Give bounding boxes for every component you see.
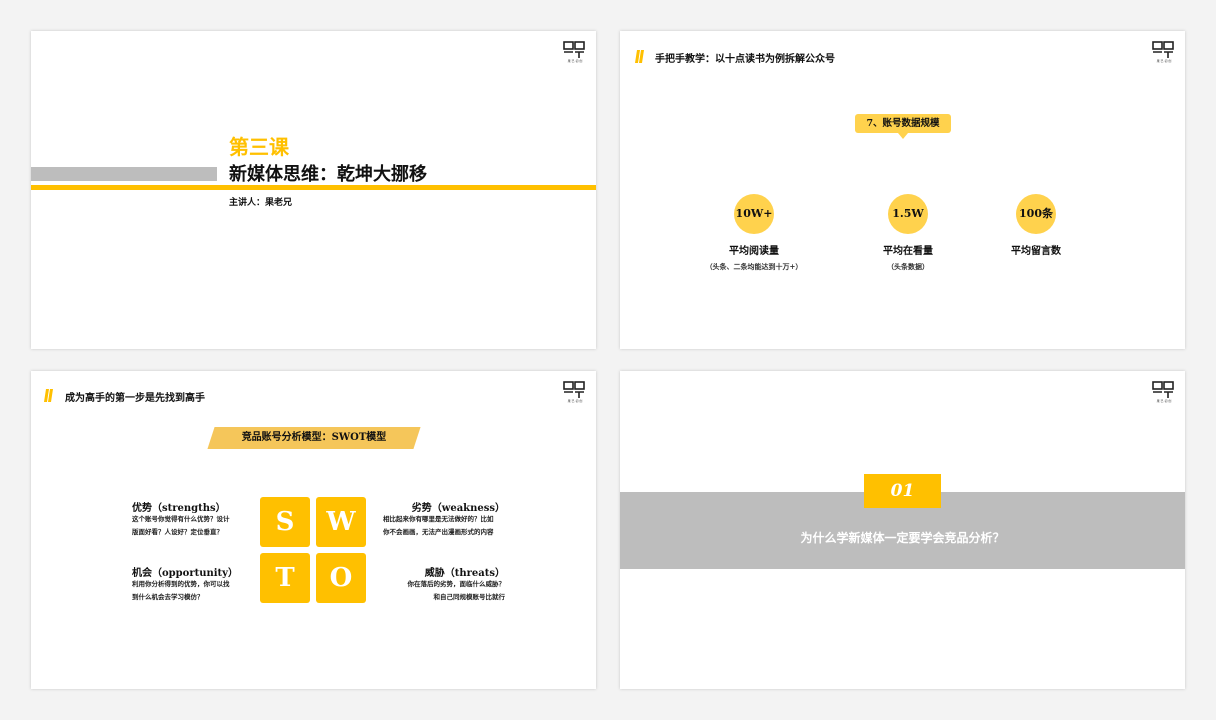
desc-line: 这个账号你觉得有什么优势？设计 [132, 515, 230, 523]
bubble-pointer [898, 133, 908, 139]
stat-note: （头条、二条均能达到十万+） [705, 262, 803, 271]
section-question: 为什么学新媒体一定要学会竞品分析？ [800, 531, 1005, 545]
slide-title: 新媒体思维：乾坤大挪移 [229, 164, 427, 185]
logo-caption: 果 已 初 创 [1156, 399, 1172, 403]
desc-line: 到什么机会去学习模仿？ [132, 593, 204, 601]
gray-bar [31, 167, 217, 181]
opportunity-title: 机会（opportunity） [132, 568, 238, 579]
stat-value: 100条 [1016, 194, 1056, 234]
header-marker-icon [635, 50, 644, 63]
desc-line: 你不会画画，无法产出漫画形式的内容 [383, 528, 494, 536]
stat-label: 平均留言数 [1011, 246, 1061, 257]
slide-3-thumbnail[interactable]: 果 已 初 创 成为高手的第一步是先找到高手 竞品账号分析模型：SWOT模型 S… [31, 371, 596, 689]
logo-icon: 果 已 初 创 [563, 41, 587, 63]
stat-value: 10W+ [734, 194, 774, 234]
slide-4-thumbnail[interactable]: 果 已 初 创 01 为什么学新媒体一定要学会竞品分析？ [620, 371, 1185, 689]
logo-icon: 果 已 初 创 [563, 381, 587, 403]
logo-icon: 果 已 初 创 [1152, 41, 1176, 63]
swot-tile-w: W [316, 497, 366, 547]
desc-line: 相比起来你有哪里是无法做好的？比如 [383, 515, 494, 523]
swot-tile-o: O [316, 553, 366, 603]
swot-tile-t: T [260, 553, 310, 603]
slide-header: 成为高手的第一步是先找到高手 [65, 393, 205, 404]
weakness-title: 劣势（weakness） [411, 503, 505, 514]
banner-title: 竞品账号分析模型：SWOT模型 [241, 432, 387, 443]
section-bubble: 7、账号数据规模 [855, 114, 951, 133]
logo-icon: 果 已 初 创 [1152, 381, 1176, 403]
desc-line: 你在落后的劣势，面临什么威胁？ [407, 580, 506, 588]
strengths-desc: 这个账号你觉得有什么优势？设计 版面好看？人设好？定位垂直？ [132, 513, 230, 539]
strengths-title: 优势（strengths） [132, 503, 226, 514]
swot-tile-s: S [260, 497, 310, 547]
slide-1-thumbnail[interactable]: 果 已 初 创 第三课 新媒体思维：乾坤大挪移 主讲人：果老兄 [31, 31, 596, 349]
stat-reads: 10W+ 平均阅读量 （头条、二条均能达到十万+） [689, 194, 819, 272]
stat-label: 平均阅读量 [729, 246, 779, 257]
logo-caption: 果 已 初 创 [567, 399, 583, 403]
stat-comments: 100条 平均留言数 [971, 194, 1101, 262]
threats-title: 威胁（threats） [424, 568, 505, 579]
weakness-desc: 相比起来你有哪里是无法做好的？比如 你不会画画，无法产出漫画形式的内容 [383, 513, 494, 539]
slide-header: 手把手教学：以十点读书为例拆解公众号 [655, 54, 835, 65]
stat-label: 平均在看量 [883, 246, 933, 257]
threats-desc: 你在落后的劣势，面临什么威胁？ 和自己同规模账号比就行 [408, 578, 506, 604]
stat-value: 1.5W [888, 194, 928, 234]
stat-note: （头条数据） [887, 262, 929, 271]
section-number: 01 [864, 474, 941, 508]
desc-line: 利用你分析得到的优势，你可以找 [132, 580, 230, 588]
opportunity-desc: 利用你分析得到的优势，你可以找 到什么机会去学习模仿？ [132, 578, 230, 604]
logo-caption: 果 已 初 创 [1156, 59, 1172, 63]
stat-likes: 1.5W 平均在看量 （头条数据） [843, 194, 973, 272]
speaker-name: 主讲人：果老兄 [229, 198, 293, 208]
lesson-number: 第三课 [229, 135, 289, 159]
header-marker-icon [44, 389, 53, 402]
logo-caption: 果 已 初 创 [567, 59, 583, 63]
desc-line: 和自己同规模账号比就行 [433, 593, 506, 601]
desc-line: 版面好看？人设好？定位垂直？ [132, 528, 223, 536]
slide-2-thumbnail[interactable]: 果 已 初 创 手把手教学：以十点读书为例拆解公众号 7、账号数据规模 10W+… [620, 31, 1185, 349]
